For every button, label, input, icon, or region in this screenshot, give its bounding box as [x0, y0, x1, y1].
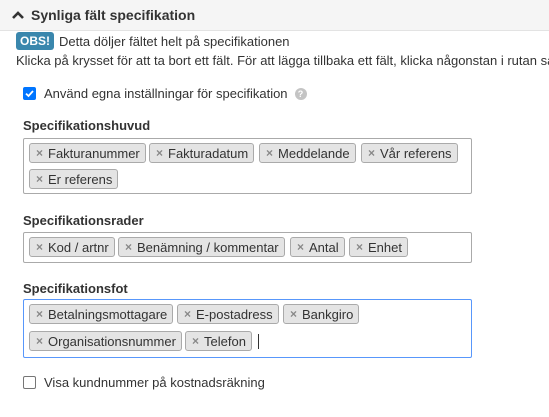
- tag-organisationsnummer: × Organisationsnummer: [29, 331, 182, 351]
- tag-label: Vår referens: [380, 145, 452, 161]
- tag-var-referens: × Vår referens: [361, 143, 458, 163]
- tag-meddelande: × Meddelande: [259, 143, 356, 163]
- tag-antal: × Antal: [290, 237, 345, 257]
- section-title: Synliga fält specifikation: [31, 7, 196, 23]
- custom-settings-checkbox[interactable]: [23, 87, 36, 100]
- notice-line: OBS! Detta döljer fältet helt på specifi…: [16, 32, 290, 50]
- text-caret: [258, 334, 259, 349]
- close-icon[interactable]: ×: [36, 147, 43, 159]
- custom-settings-row: Använd egna inställningar för specifikat…: [23, 86, 307, 101]
- close-icon[interactable]: ×: [156, 147, 163, 159]
- tag-telefon: × Telefon: [185, 331, 252, 351]
- tag-label: Er referens: [48, 171, 113, 187]
- close-icon[interactable]: ×: [36, 335, 43, 347]
- obs-badge: OBS!: [16, 32, 54, 50]
- tag-label: Organisationsnummer: [48, 333, 176, 349]
- tag-fakturanummer: × Fakturanummer: [29, 143, 146, 163]
- custom-settings-label: Använd egna inställningar för specifikat…: [44, 86, 288, 101]
- section-header[interactable]: Synliga fält specifikation: [0, 0, 549, 31]
- tag-label: Fakturanummer: [48, 145, 140, 161]
- close-icon[interactable]: ×: [368, 147, 375, 159]
- customer-number-label: Visa kundnummer på kostnadsräkning: [44, 375, 265, 390]
- tag-enhet: × Enhet: [349, 237, 408, 257]
- tag-betalningsmottagare: × Betalningsmottagare: [29, 304, 174, 324]
- tag-benamning: × Benämning / kommentar: [118, 237, 285, 257]
- customer-number-row: Visa kundnummer på kostnadsräkning: [23, 375, 265, 390]
- close-icon[interactable]: ×: [192, 335, 199, 347]
- rows-field-tagbox[interactable]: × Kod / artnr × Benämning / kommentar × …: [23, 232, 472, 263]
- tag-label: Meddelande: [278, 145, 350, 161]
- tag-bankgiro: × Bankgiro: [283, 304, 360, 324]
- tag-label: Antal: [309, 239, 339, 255]
- question-circle-icon[interactable]: ?: [294, 87, 307, 100]
- tag-label: Benämning / kommentar: [137, 239, 279, 255]
- header-field-tagbox[interactable]: × Fakturanummer × Fakturadatum × Meddela…: [23, 138, 472, 194]
- close-icon[interactable]: ×: [297, 241, 304, 253]
- close-icon[interactable]: ×: [266, 147, 273, 159]
- footer-field-tagbox[interactable]: × Betalningsmottagare × E-postadress × B…: [23, 299, 472, 358]
- tag-kod-artnr: × Kod / artnr: [29, 237, 115, 257]
- rows-field-label: Specifikationsrader: [23, 213, 144, 228]
- tag-label: Bankgiro: [302, 306, 354, 322]
- tag-label: Enhet: [368, 239, 402, 255]
- close-icon[interactable]: ×: [36, 241, 43, 253]
- checkmark-icon: [25, 90, 34, 98]
- customer-number-checkbox[interactable]: [23, 376, 36, 389]
- tag-e-postadress: × E-postadress: [177, 304, 279, 324]
- notice-text: Detta döljer fältet helt på specifikatio…: [59, 33, 290, 49]
- tag-label: Kod / artnr: [48, 239, 109, 255]
- footer-field-label: Specifikationsfot: [23, 281, 128, 296]
- close-icon[interactable]: ×: [290, 308, 297, 320]
- tag-label: Betalningsmottagare: [48, 306, 168, 322]
- help-text: Klicka på krysset för att ta bort ett fä…: [16, 53, 549, 68]
- close-icon[interactable]: ×: [184, 308, 191, 320]
- close-icon[interactable]: ×: [36, 173, 43, 185]
- header-field-label: Specifikationshuvud: [23, 118, 151, 133]
- close-icon[interactable]: ×: [125, 241, 132, 253]
- tag-label: E-postadress: [196, 306, 273, 322]
- tag-fakturadatum: × Fakturadatum: [149, 143, 255, 163]
- tag-label: Telefon: [204, 333, 246, 349]
- tag-er-referens: × Er referens: [29, 169, 119, 189]
- close-icon[interactable]: ×: [356, 241, 363, 253]
- tag-label: Fakturadatum: [168, 145, 249, 161]
- chevron-up-icon: [12, 11, 24, 19]
- close-icon[interactable]: ×: [36, 308, 43, 320]
